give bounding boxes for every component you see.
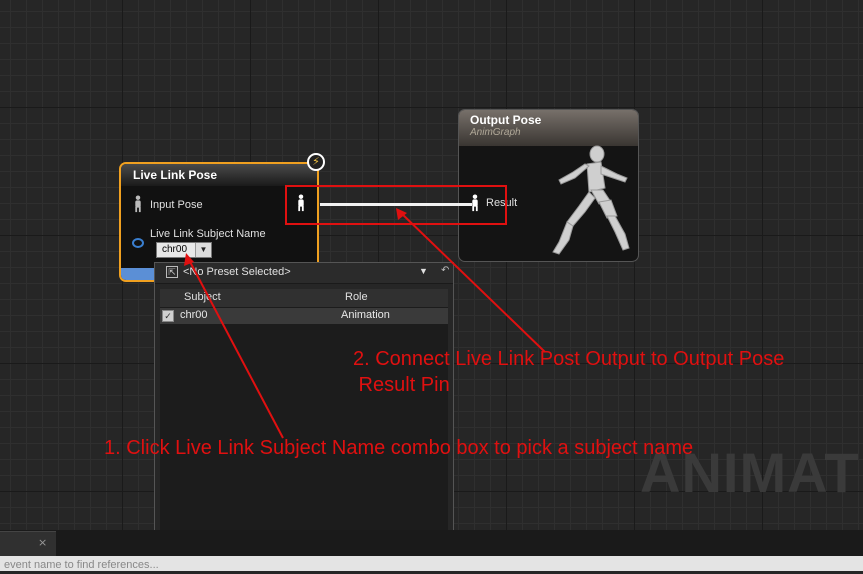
annotation-arrows [184, 208, 546, 439]
close-icon[interactable]: × [38, 536, 47, 549]
annotation-step2-line2: Result Pin [353, 374, 450, 396]
annotation-step2-line1: 2. Connect Live Link Post Output to Outp… [353, 348, 785, 370]
bottom-tab-bar [0, 530, 863, 556]
find-references-search[interactable]: event name to find references... [0, 556, 863, 571]
annotation-step1: 1. Click Live Link Subject Name combo bo… [104, 437, 694, 459]
bottom-tab[interactable] [0, 531, 56, 556]
